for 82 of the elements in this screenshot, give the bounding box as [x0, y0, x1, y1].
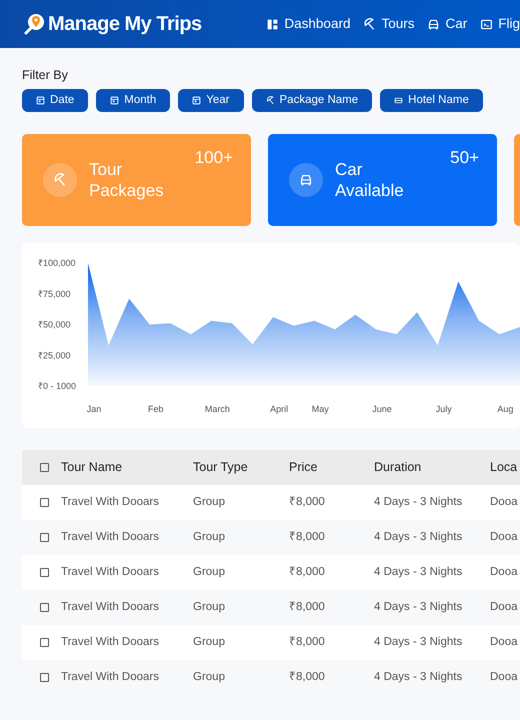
location-search-icon: [22, 12, 46, 36]
table-cell-text: ₹8,000: [289, 670, 326, 685]
umbrella-icon: [53, 172, 67, 187]
table-cell-text: ₹8,000: [289, 564, 326, 580]
table-cell-text: 4 Days - 3 Nights: [374, 600, 464, 615]
table-cell-text: ₹8,000: [289, 634, 326, 650]
column-header: Tour Name: [61, 458, 124, 476]
x-axis-label: March: [204, 404, 230, 414]
table-cell-text: Travel With Dooars: [61, 530, 160, 545]
table-cell-text: Dooa: [490, 670, 518, 685]
calendar-icon: [192, 96, 202, 105]
ticket-icon: [480, 18, 494, 30]
checkbox[interactable]: [40, 532, 49, 542]
table-cell-text: 4 Days - 3 Nights: [374, 494, 464, 510]
checkbox[interactable]: [40, 462, 49, 472]
umbrella-icon: [363, 18, 376, 30]
checkbox[interactable]: [40, 638, 49, 647]
nav-link[interactable]: Tours: [363, 14, 414, 34]
table-cell-text: Dooa: [490, 494, 518, 510]
nav-link[interactable]: Car: [427, 14, 468, 34]
table-cell-text: Group: [193, 670, 226, 685]
table-cell-text: Group: [193, 530, 226, 545]
table-cell-text: 4 Days - 3 Nights: [374, 530, 464, 545]
stat-title: Tour Packages: [89, 158, 165, 201]
table-cell-text: Group: [193, 494, 226, 510]
table-cell-text: Travel With Dooars: [61, 670, 160, 685]
table-cell-text: Travel With Dooars: [61, 634, 160, 650]
y-axis-label: ₹75,000: [38, 288, 71, 298]
table-cell-text: Travel With Dooars: [61, 494, 160, 510]
checkbox[interactable]: [40, 568, 49, 577]
filter-button[interactable]: Package Name: [252, 88, 372, 112]
table-cell-text: Group: [193, 564, 226, 580]
filter-button[interactable]: Month: [96, 88, 170, 112]
x-axis-label: June: [372, 404, 392, 414]
nav-link[interactable]: Dashboard: [266, 14, 350, 34]
calendar-icon: [110, 96, 120, 105]
table-cell-text: 4 Days - 3 Nights: [374, 634, 464, 650]
column-header: Price: [289, 458, 318, 476]
x-axis-label: July: [436, 404, 452, 414]
table-cell-text: Group: [193, 634, 226, 650]
x-axis-label: April: [270, 404, 288, 414]
checkbox[interactable]: [40, 672, 49, 682]
column-header: Loca: [490, 458, 518, 476]
filter-button[interactable]: Date: [22, 88, 88, 112]
table-cell-text: Dooa: [490, 634, 518, 650]
x-axis-label: Feb: [148, 404, 164, 414]
table-cell-text: Dooa: [490, 600, 518, 615]
table-cell-text: Travel With Dooars: [61, 564, 160, 580]
table-cell-text: ₹8,000: [289, 600, 326, 615]
filter-button[interactable]: Year: [178, 88, 244, 112]
table-cell-text: Dooa: [490, 564, 518, 580]
table-cell-text: Travel With Dooars: [61, 600, 160, 615]
car-icon: [299, 172, 313, 187]
column-header: Tour Type: [193, 458, 249, 476]
calendar-icon: [36, 96, 45, 105]
x-axis-label: May: [312, 404, 329, 414]
filter-button[interactable]: Hotel Name: [380, 88, 483, 112]
y-axis-label: ₹25,000: [38, 350, 71, 360]
column-header: Duration: [374, 458, 422, 476]
dashboard-icon: [266, 18, 280, 30]
table-cell-text: Group: [193, 600, 226, 615]
y-axis-label: ₹100,000: [38, 258, 76, 268]
checkbox[interactable]: [40, 498, 49, 507]
stat-count: 50+: [450, 146, 479, 169]
y-axis-label: ₹50,000: [38, 319, 71, 330]
umbrella-icon: [266, 96, 275, 105]
stat-title: Car Available: [335, 158, 405, 201]
nav-link[interactable]: Flig: [480, 14, 520, 34]
stat-count: 100+: [194, 146, 233, 169]
bed-icon: [394, 96, 404, 105]
app-title: Manage My Trips: [48, 12, 202, 37]
checkbox[interactable]: [40, 602, 49, 612]
table-cell-text: ₹8,000: [289, 494, 326, 510]
table-cell-text: ₹8,000: [289, 530, 326, 545]
x-axis-label: Jan: [86, 404, 102, 414]
table-cell-text: Dooa: [490, 530, 518, 545]
y-axis-label: ₹0 - 1000: [38, 380, 76, 391]
table-cell-text: 4 Days - 3 Nights: [374, 564, 464, 580]
table-cell-text: 4 Days - 3 Nights: [374, 670, 464, 685]
car-icon: [427, 18, 440, 30]
filter-label: Filter By: [22, 67, 69, 84]
x-axis-label: Aug: [497, 404, 514, 414]
